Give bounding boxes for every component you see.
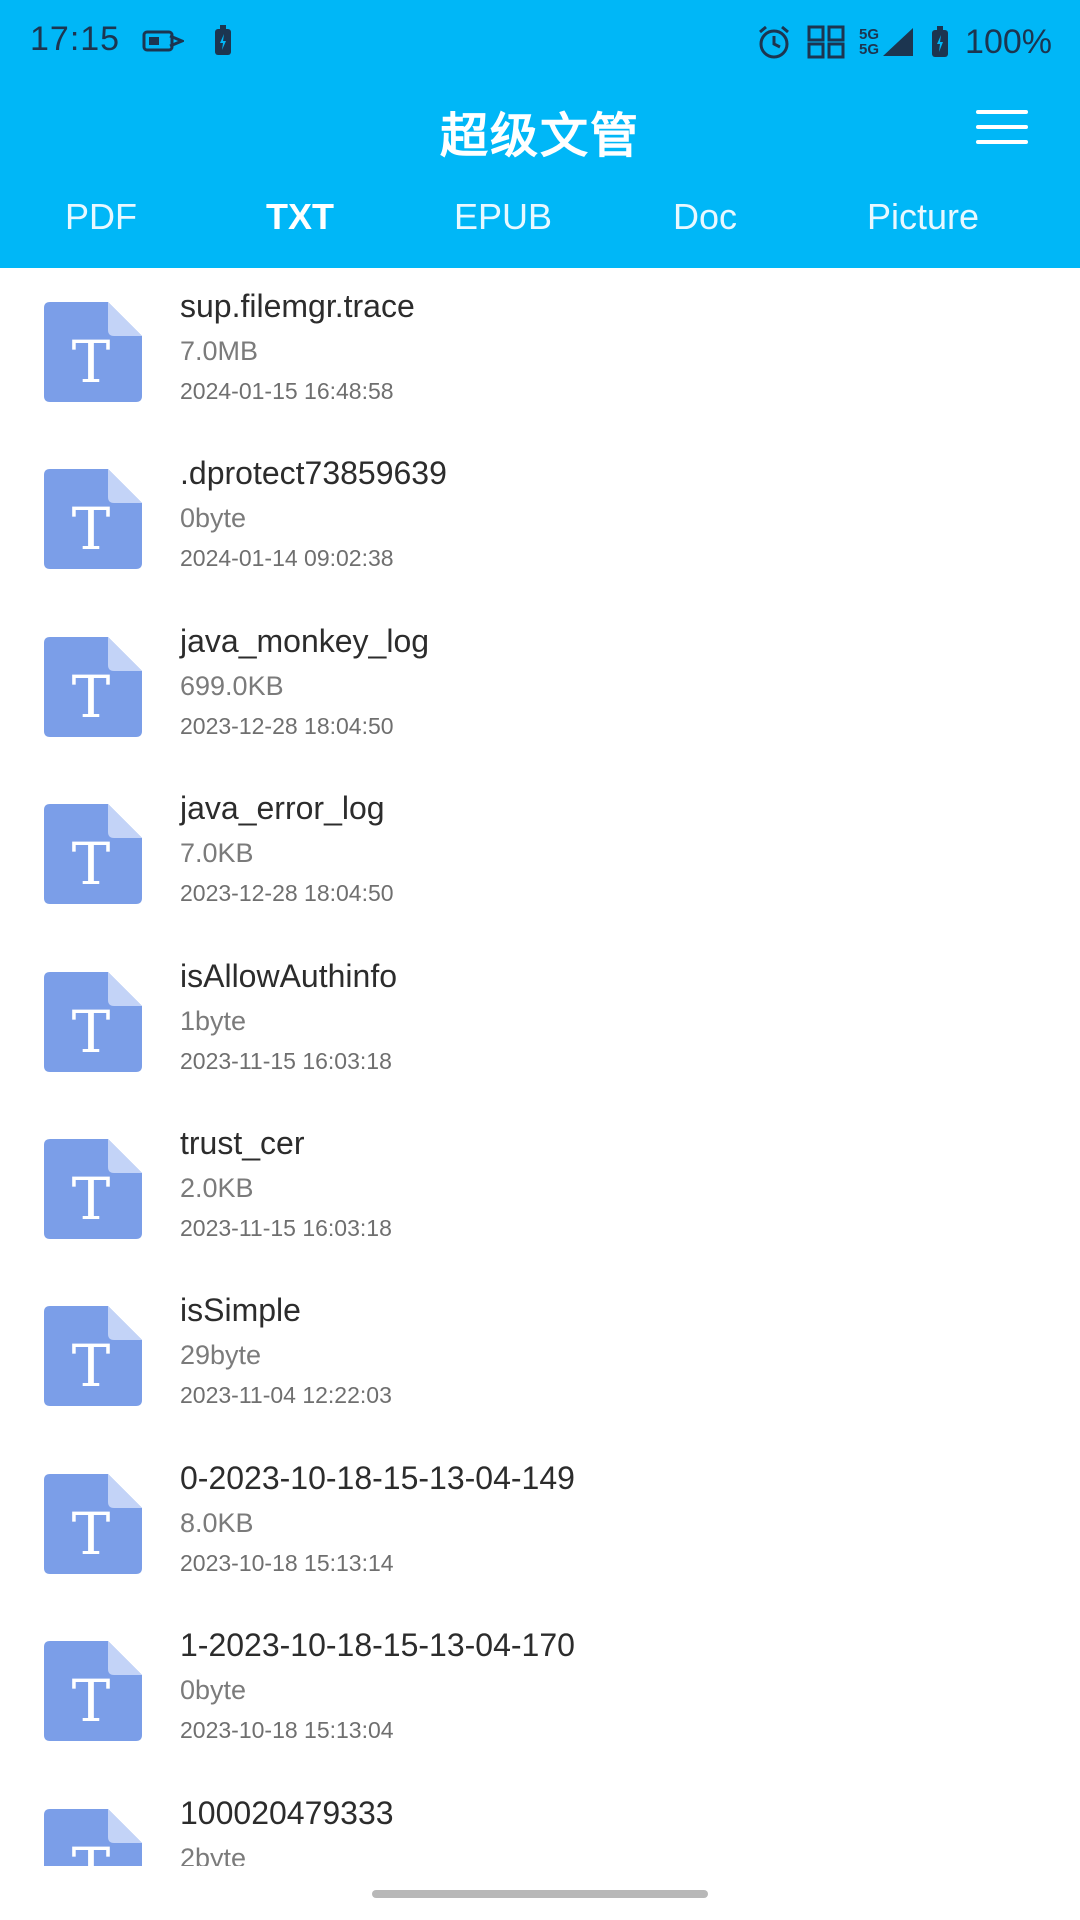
status-bar: 17:15 5G 5G 100%: [0, 0, 1080, 82]
file-icon-letter: T: [72, 830, 111, 898]
text-file-icon: T: [44, 1306, 142, 1407]
text-file-icon: T: [44, 804, 142, 905]
status-time: 17:15: [30, 20, 121, 58]
file-name: isAllowAuthinfo: [180, 957, 397, 994]
hamburger-menu-icon[interactable]: [976, 110, 1030, 146]
file-size: 2byte: [180, 1842, 247, 1866]
file-list-item[interactable]: T 0-2023-10-18-15-13-04-149 8.0KB 2023-10-1…: [0, 1440, 1080, 1608]
file-date: 2023-12-28 18:04:50: [180, 880, 394, 907]
network-type-label-2: 5G: [859, 41, 880, 58]
file-name: java_error_log: [180, 790, 385, 827]
file-list-item[interactable]: Tsup.filemgr.trace 7.0MB 2024-01-15 16:48:…: [0, 268, 1080, 436]
text-file-icon: T: [44, 469, 142, 570]
title-bar: 超级文管: [0, 90, 1080, 166]
file-name: trust_cer: [180, 1125, 305, 1161]
home-indicator[interactable]: [372, 1890, 708, 1898]
file-list-item[interactable]: T .dprotect73859639 0byte 2024-01-14 09:02:…: [0, 435, 1080, 603]
file-size: 1byte: [180, 1005, 247, 1036]
file-date: 2023-11-15 16:03:18: [180, 1215, 392, 1241]
file-size: 0byte: [180, 1675, 247, 1706]
status-right-group: 5G 5G 100%: [755, 20, 1052, 64]
file-date: 2023-10-18 15:13:04: [180, 1717, 394, 1744]
file-list-item[interactable]: Tjava_error_log 7.0KB 2023-12-28 18:04:50: [0, 770, 1080, 938]
file-date: 2024-01-15 16:48:58: [180, 378, 394, 404]
tab-picture[interactable]: Picture: [867, 196, 979, 238]
file-name: sup.filemgr.trace: [180, 288, 415, 324]
network-type-label-1: 5G: [859, 26, 880, 43]
alarm-icon: [759, 25, 789, 59]
battery-percentage: 100%: [965, 22, 1052, 61]
file-list-item[interactable]: TisAllowAuthinfo 1byte 2023-11-15 16:03:18: [0, 938, 1080, 1106]
file-icon-letter: T: [72, 1500, 111, 1568]
hd-voice-icon: [807, 25, 845, 59]
file-size: 7.0MB: [180, 336, 259, 366]
file-date: 2023-12-28 18:04:50: [180, 712, 394, 739]
file-date: 2024-01-14 09:02:38: [180, 545, 394, 572]
text-file-icon: T: [44, 1808, 142, 1866]
file-list-item[interactable]: TisSimple 29byte 2023-11-04 12:22:03: [0, 1272, 1080, 1440]
file-icon-letter: T: [72, 1332, 111, 1400]
file-list-item[interactable]: T 100020479333 2byte: [0, 1775, 1080, 1866]
text-file-icon: T: [44, 1641, 142, 1742]
file-size: 2.0KB: [180, 1173, 254, 1203]
file-name: 1-2023-10-18-15-13-04-170: [180, 1627, 575, 1664]
file-list-item[interactable]: T 1-2023-10-18-15-13-04-170 0byte 2023-10-1…: [0, 1607, 1080, 1775]
text-file-icon: T: [44, 971, 142, 1072]
file-list-item[interactable]: Tjava_monkey_log 699.0KB 2023-12-28 18:04:…: [0, 603, 1080, 771]
file-size: 699.0KB: [180, 670, 284, 701]
file-name: .dprotect73859639: [180, 455, 447, 492]
app-header: 17:15 5G 5G 100% 超级文管 PDF TXT EPUB Doc P…: [0, 0, 1080, 268]
file-size: 29byte: [180, 1340, 262, 1371]
file-size: 8.0KB: [180, 1507, 254, 1538]
file-list-item[interactable]: Ttrust_cer 2.0KB 2023-11-15 16:03:18: [0, 1105, 1080, 1273]
file-name: isSimple: [180, 1292, 301, 1329]
file-icon-letter: T: [72, 1667, 111, 1735]
battery-saver-icon: [215, 25, 231, 55]
file-date: 2023-10-18 15:13:14: [180, 1549, 394, 1576]
tab-pdf[interactable]: PDF: [65, 196, 137, 238]
app-title: 超级文管: [439, 110, 640, 163]
battery-icon: [932, 26, 949, 57]
payment-card-icon: [142, 30, 184, 52]
file-name: 100020479333: [180, 1794, 394, 1831]
file-icon-letter: T: [72, 663, 111, 731]
file-icon-letter: T: [72, 1165, 111, 1233]
file-size: 0byte: [180, 503, 247, 534]
text-file-icon: T: [44, 1473, 142, 1574]
tab-doc[interactable]: Doc: [673, 196, 737, 238]
file-icon-letter: T: [72, 998, 111, 1066]
tab-epub[interactable]: EPUB: [454, 196, 552, 238]
screen: 17:15 5G 5G 100% 超级文管 PDF TXT EPUB Doc P…: [0, 0, 1080, 1920]
file-icon-letter: T: [72, 328, 111, 396]
file-icon-letter: T: [72, 495, 111, 563]
text-file-icon: T: [44, 1139, 142, 1239]
text-file-icon: T: [44, 636, 142, 737]
file-icon-letter: T: [72, 1835, 111, 1866]
file-type-tabs: PDF TXT EPUB Doc Picture: [0, 196, 1080, 256]
file-date: 2023-11-04 12:22:03: [180, 1382, 392, 1409]
file-size: 7.0KB: [180, 838, 254, 869]
file-date: 2023-11-15 16:03:18: [180, 1047, 392, 1074]
tab-txt[interactable]: TXT: [266, 196, 334, 238]
file-name: java_monkey_log: [180, 622, 430, 659]
file-list[interactable]: Tsup.filemgr.trace 7.0MB 2024-01-15 16:48:…: [0, 268, 1080, 1866]
file-name: 0-2023-10-18-15-13-04-149: [180, 1459, 575, 1496]
signal-strength-icon: [883, 28, 914, 56]
text-file-icon: T: [44, 302, 142, 402]
